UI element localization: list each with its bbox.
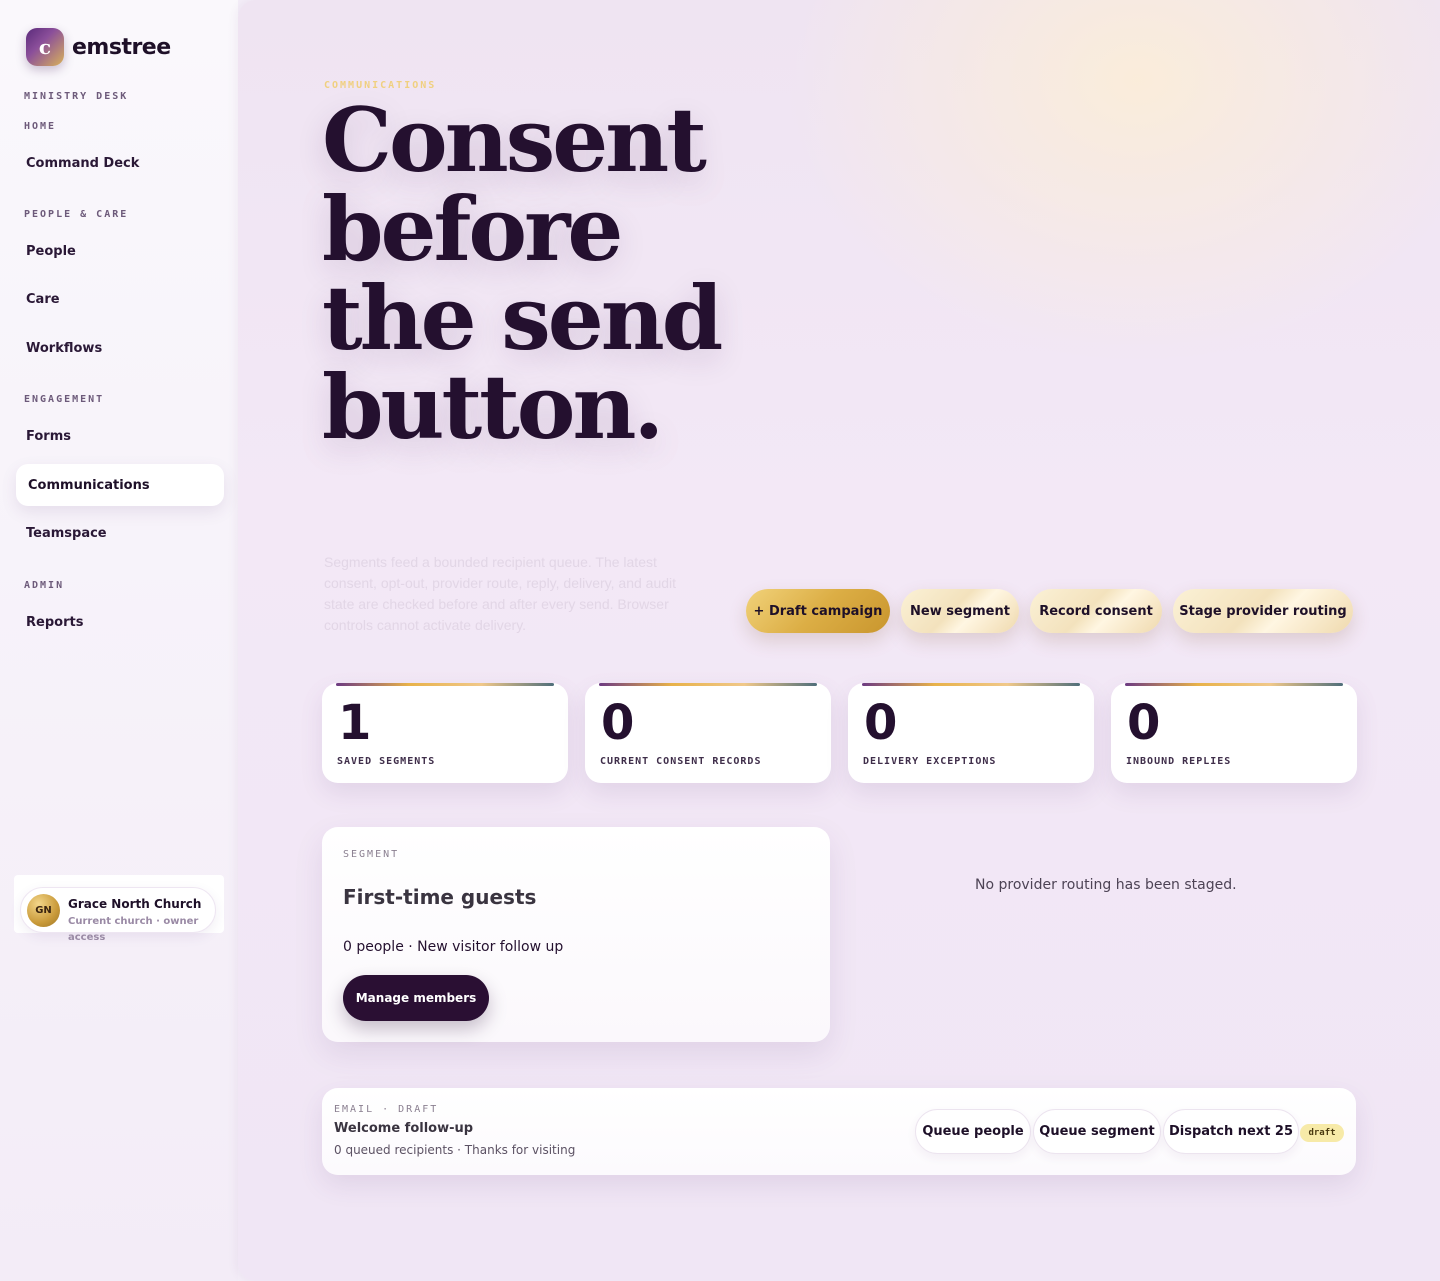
record-consent-button[interactable]: Record consent bbox=[1030, 589, 1162, 633]
queue-segment-button[interactable]: Queue segment bbox=[1033, 1109, 1161, 1154]
sidebar-item-workflows[interactable]: Workflows bbox=[26, 341, 102, 356]
sidebar-item-communications[interactable]: Communications bbox=[16, 464, 224, 506]
stat-label: SAVED SEGMENTS bbox=[337, 756, 436, 767]
section-admin: ADMIN bbox=[24, 580, 65, 591]
section-people-care: PEOPLE & CARE bbox=[24, 209, 129, 220]
new-segment-button[interactable]: New segment bbox=[901, 589, 1019, 633]
stat-value: 0 bbox=[1127, 695, 1161, 751]
church-avatar: GN bbox=[27, 894, 60, 927]
segment-eyebrow: SEGMENT bbox=[343, 849, 400, 860]
stat-card-delivery-exceptions: 0 DELIVERY EXCEPTIONS bbox=[848, 683, 1094, 783]
segment-title: First-time guests bbox=[343, 885, 537, 909]
sidebar-item-command-deck[interactable]: Command Deck bbox=[26, 156, 139, 171]
stat-label: CURRENT CONSENT RECORDS bbox=[600, 756, 762, 767]
stat-value: 0 bbox=[601, 695, 635, 751]
page-title: Consent before the send button. bbox=[322, 88, 723, 459]
sidebar-item-teamspace[interactable]: Teamspace bbox=[26, 526, 107, 541]
section-ministry-desk: MINISTRY DESK bbox=[24, 91, 129, 102]
status-badge: draft bbox=[1300, 1124, 1344, 1142]
segment-meta: 0 people · New visitor follow up bbox=[343, 939, 564, 955]
sidebar-item-reports[interactable]: Reports bbox=[26, 615, 83, 630]
dispatch-next-button[interactable]: Dispatch next 25 bbox=[1163, 1109, 1299, 1154]
brand-logo-icon: c bbox=[26, 28, 64, 66]
routing-empty-state: No provider routing has been staged. bbox=[975, 877, 1237, 893]
sidebar-item-people[interactable]: People bbox=[26, 244, 76, 259]
stat-value: 0 bbox=[864, 695, 898, 751]
campaign-meta: 0 queued recipients · Thanks for visitin… bbox=[334, 1143, 576, 1157]
stat-card-saved-segments: 1 SAVED SEGMENTS bbox=[322, 683, 568, 783]
manage-members-button[interactable]: Manage members bbox=[343, 975, 489, 1021]
stat-label: DELIVERY EXCEPTIONS bbox=[863, 756, 997, 767]
brand-name: emstree bbox=[72, 34, 171, 60]
sidebar-item-forms[interactable]: Forms bbox=[26, 429, 71, 444]
stat-label: INBOUND REPLIES bbox=[1126, 756, 1232, 767]
page-description: Segments feed a bounded recipient queue.… bbox=[324, 554, 677, 633]
campaign-title: Welcome follow-up bbox=[334, 1121, 474, 1136]
stat-card-consent-records: 0 CURRENT CONSENT RECORDS bbox=[585, 683, 831, 783]
brand[interactable]: c emstree bbox=[26, 28, 171, 66]
stat-card-inbound-replies: 0 INBOUND REPLIES bbox=[1111, 683, 1357, 783]
sidebar bbox=[0, 0, 238, 1281]
draft-campaign-button[interactable]: + Draft campaign bbox=[746, 589, 890, 633]
stage-provider-routing-button[interactable]: Stage provider routing bbox=[1173, 589, 1353, 633]
queue-people-button[interactable]: Queue people bbox=[915, 1109, 1031, 1154]
stat-value: 1 bbox=[338, 695, 372, 751]
church-role: Current church · owner access bbox=[68, 916, 199, 943]
section-home: HOME bbox=[24, 121, 57, 132]
campaign-eyebrow: EMAIL · DRAFT bbox=[334, 1104, 439, 1115]
church-name: Grace North Church bbox=[68, 897, 202, 911]
section-engagement: ENGAGEMENT bbox=[24, 394, 105, 405]
sidebar-item-care[interactable]: Care bbox=[26, 292, 60, 307]
